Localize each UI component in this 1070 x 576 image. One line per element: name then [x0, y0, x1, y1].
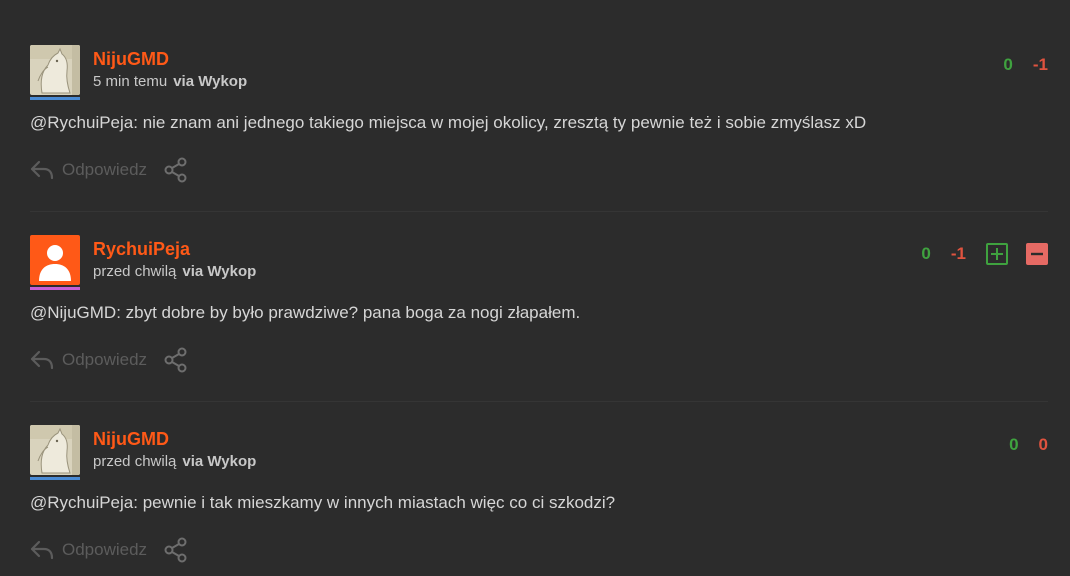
comment-meta: 5 min temu via Wykop [93, 73, 247, 90]
comment-actions: Odpowiedz [30, 155, 189, 185]
timestamp: 5 min temu [93, 73, 168, 90]
avatar-underline [30, 97, 80, 100]
downvote-button[interactable] [1026, 243, 1048, 265]
avatar-underline [30, 477, 80, 480]
via-label[interactable]: via Wykop [173, 73, 247, 90]
comment-text: @NijuGMD: zbyt dobre by było prawdziwe? … [30, 303, 581, 322]
comment-meta: przed chwilą via Wykop [93, 453, 256, 470]
reply-label: Odpowiedz [62, 350, 148, 369]
minus-icon [1031, 252, 1043, 256]
share-icon [164, 157, 187, 183]
reply-button[interactable]: Odpowiedz [30, 158, 147, 182]
reply-label: Odpowiedz [62, 160, 148, 179]
upvote-count: 0 [1003, 55, 1013, 74]
share-icon [164, 347, 187, 373]
comment-meta: przed chwilą via Wykop [93, 263, 256, 280]
share-button[interactable] [163, 157, 189, 183]
comment-actions: Odpowiedz [30, 345, 189, 375]
avatar[interactable] [30, 235, 80, 285]
reply-label: Odpowiedz [62, 540, 148, 559]
vote-counter: 0 -1 [921, 243, 1048, 265]
upvote-count: 0 [1009, 435, 1019, 454]
plus-icon [991, 248, 1003, 260]
horse-avatar-icon [30, 45, 80, 95]
username[interactable]: NijuGMD [93, 49, 169, 70]
share-button[interactable] [163, 537, 189, 563]
username[interactable]: RychuiPeja [93, 239, 190, 260]
comment-text: @RychuiPeja: nie znam ani jednego takieg… [30, 113, 867, 132]
vote-counter: 0 0 [1009, 435, 1048, 455]
avatar-underline [30, 287, 80, 290]
reply-icon [30, 160, 54, 180]
avatar[interactable] [30, 45, 80, 95]
upvote-button[interactable] [986, 243, 1008, 265]
comment-text: @RychuiPeja: pewnie i tak mieszkamy w in… [30, 493, 616, 512]
comment-actions: Odpowiedz [30, 535, 189, 565]
downvote-count: 0 [1038, 435, 1048, 454]
share-button[interactable] [163, 347, 189, 373]
vote-counter: 0 -1 [1003, 55, 1048, 75]
horse-avatar-icon [30, 425, 80, 475]
reply-button[interactable]: Odpowiedz [30, 538, 147, 562]
default-user-avatar-icon [30, 235, 80, 285]
reply-icon [30, 540, 54, 560]
comment-divider [30, 401, 1048, 402]
via-label[interactable]: via Wykop [182, 263, 256, 280]
timestamp: przed chwilą [93, 453, 177, 470]
reply-button[interactable]: Odpowiedz [30, 348, 147, 372]
reply-icon [30, 350, 54, 370]
share-icon [164, 537, 187, 563]
avatar[interactable] [30, 425, 80, 475]
downvote-count: -1 [1032, 55, 1048, 74]
comment-divider [30, 211, 1048, 212]
username[interactable]: NijuGMD [93, 429, 169, 450]
timestamp: przed chwilą [93, 263, 177, 280]
downvote-count: -1 [950, 244, 966, 263]
upvote-count: 0 [921, 244, 931, 263]
via-label[interactable]: via Wykop [182, 453, 256, 470]
